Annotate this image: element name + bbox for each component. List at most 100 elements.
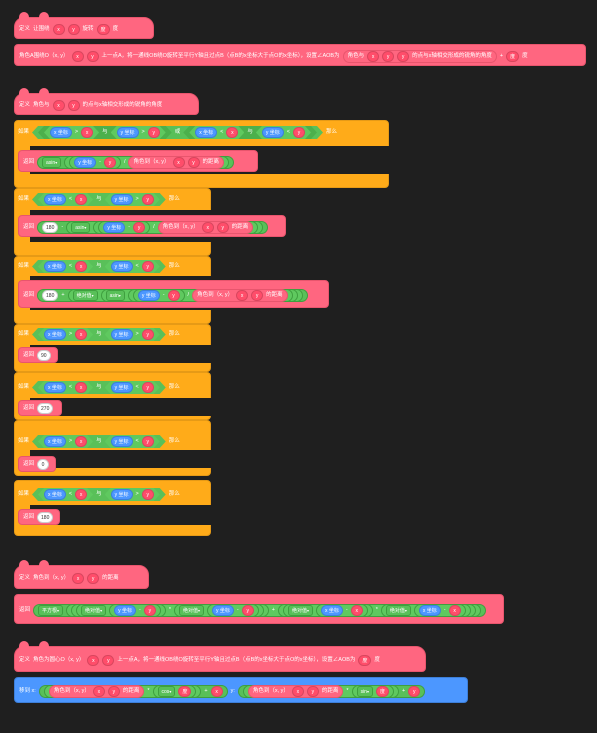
param-y[interactable]: y bbox=[67, 100, 80, 111]
abs-op[interactable]: 绝对值 asin y 坐标 - y / 角色到（x, y） x y bbox=[67, 289, 303, 302]
arg-y[interactable]: y bbox=[142, 194, 154, 205]
return-block-3[interactable]: 返回 180 + 绝对值 asin y 坐标 - y / 角色 bbox=[18, 280, 329, 308]
math-fn-dropdown[interactable]: asin bbox=[42, 157, 62, 168]
x-position-reporter[interactable]: x 坐标 bbox=[44, 382, 66, 393]
condition-and[interactable]: x 坐标 < x 与 y 坐标 < y bbox=[32, 260, 166, 273]
add-op[interactable]: 绝对值 y 坐标 - y * 绝对值 y 坐标 - y bbox=[66, 604, 481, 617]
cond-lt[interactable]: y 坐标 < y bbox=[105, 260, 160, 273]
call-block-1[interactable]: 角色A围绕O（x, y） x y 上一点A，将一通线OB绕O旋转至平行Y轴且过点… bbox=[14, 44, 586, 66]
x-position-reporter[interactable]: x 坐标 bbox=[418, 605, 441, 616]
arg-y[interactable]: y bbox=[241, 605, 254, 616]
arg-x[interactable]: x bbox=[236, 290, 249, 301]
cond-lt[interactable]: y 坐标 < y bbox=[105, 381, 160, 394]
arg-x[interactable]: x bbox=[201, 222, 214, 233]
y-position-reporter[interactable]: y 坐标 bbox=[111, 194, 133, 205]
arg-y[interactable]: y bbox=[187, 157, 200, 168]
math-fn-dropdown[interactable]: 绝对值 bbox=[81, 605, 107, 616]
add-op[interactable]: 角色到（x, y） x y 的距离 * cos 度 + x bbox=[38, 685, 228, 698]
arg-x[interactable]: x bbox=[367, 51, 380, 62]
arg-x[interactable]: x bbox=[75, 436, 87, 447]
cond-lt[interactable]: x 坐标 < x bbox=[38, 488, 93, 501]
arg-deg[interactable]: 度 bbox=[178, 686, 192, 697]
arg-x[interactable]: x bbox=[75, 261, 87, 272]
condition-and[interactable]: x 坐标 > x 与 y 坐标 > y bbox=[32, 328, 166, 341]
return-block-1[interactable]: 返回 asin y 坐标 - y / 角色到（x, y） x y 的距离 bbox=[18, 150, 258, 172]
math-fn-dropdown[interactable]: sin bbox=[356, 686, 373, 697]
subtract-op[interactable]: y 坐标 - y bbox=[206, 604, 259, 617]
y-position-reporter[interactable]: y 坐标 bbox=[114, 605, 136, 616]
return-block-5[interactable]: 返回 270 bbox=[18, 400, 62, 416]
abs-op[interactable]: 绝对值 x 坐标 - x bbox=[282, 604, 373, 617]
number-input[interactable]: 90 bbox=[37, 350, 51, 361]
cond-lt[interactable]: x 坐标 < x bbox=[38, 381, 93, 394]
arg-y[interactable]: y bbox=[148, 127, 160, 138]
sin-op[interactable]: sin 度 bbox=[351, 685, 394, 698]
cond-lt[interactable]: x 坐标 < x bbox=[38, 260, 93, 273]
y-position-reporter[interactable]: y 坐标 bbox=[111, 436, 133, 447]
arg-x[interactable]: x bbox=[350, 605, 363, 616]
define-hat-block-3[interactable]: 定义 角色到（x, y） x y 的距离 bbox=[14, 560, 149, 589]
condition-and[interactable]: x 坐标 < x 与 y 坐标 < y bbox=[183, 126, 317, 139]
arg-y[interactable]: y bbox=[293, 127, 305, 138]
param-y[interactable]: y bbox=[102, 655, 115, 666]
return-block-6[interactable]: 返回 0 bbox=[18, 456, 56, 472]
cond-lt[interactable]: x 坐标 < x bbox=[38, 193, 93, 206]
angle-reporter[interactable]: 角色与 x y y 的点与x轴相交形成的锐角的角度 bbox=[342, 50, 497, 63]
y-position-reporter[interactable]: y 坐标 bbox=[103, 222, 126, 233]
asin-op[interactable]: asin y 坐标 - y / 角色到（x, y） x y 的距离 bbox=[100, 289, 298, 302]
arg-y[interactable]: y bbox=[103, 157, 116, 168]
x-position-reporter[interactable]: x 坐标 bbox=[44, 194, 66, 205]
arg-x[interactable]: x bbox=[448, 605, 461, 616]
arg-y[interactable]: y bbox=[142, 436, 154, 447]
cond-lt[interactable]: x 坐标 < x bbox=[189, 126, 244, 139]
divide-op[interactable]: y 坐标 - y / 角色到（x, y） x y 的距离 bbox=[93, 221, 259, 234]
math-fn-dropdown[interactable]: 绝对值 bbox=[178, 605, 204, 616]
return-block-2[interactable]: 返回 180 - asin y 坐标 - y / 角色到（x, y） x y bbox=[18, 215, 286, 237]
cond-lt[interactable]: y 坐标 < y bbox=[105, 435, 160, 448]
arg-deg[interactable]: 度 bbox=[375, 686, 389, 697]
arg-y2[interactable]: y bbox=[397, 51, 410, 62]
distance-reporter[interactable]: 角色到（x, y） x y 的距离 bbox=[128, 156, 225, 169]
cond-gt[interactable]: x 坐标 > x bbox=[44, 126, 99, 139]
condition-and[interactable]: x 坐标 < x 与 y 坐标 > y bbox=[32, 488, 166, 501]
y-position-reporter[interactable]: y 坐标 bbox=[74, 157, 97, 168]
distance-reporter[interactable]: 角色到（x, y） x y 的距离 bbox=[157, 221, 254, 234]
subtract-op[interactable]: y 坐标 - y bbox=[69, 156, 121, 169]
arg-y[interactable]: y bbox=[142, 329, 154, 340]
arg-x[interactable]: x bbox=[81, 127, 93, 138]
math-fn-dropdown[interactable]: 绝对值 bbox=[72, 290, 98, 301]
subtract-op[interactable]: y 坐标 - y bbox=[98, 221, 151, 234]
define-hat-block-1[interactable]: 定义 让围绕 x y 旋转 度 度 bbox=[14, 12, 154, 39]
subtract-op[interactable]: y 坐标 - y bbox=[132, 289, 185, 302]
arg-x[interactable]: x bbox=[75, 329, 87, 340]
arg-x[interactable]: x bbox=[226, 127, 238, 138]
y-position-reporter[interactable]: y 坐标 bbox=[211, 605, 234, 616]
condition-and[interactable]: x 坐标 > x 与 y 坐标 < y bbox=[32, 435, 166, 448]
return-block-4[interactable]: 返回 90 bbox=[18, 347, 58, 363]
subtract-op[interactable]: y 坐标 - y bbox=[109, 604, 161, 617]
y-position-reporter[interactable]: y 坐标 bbox=[111, 329, 133, 340]
arg-y[interactable]: y bbox=[133, 222, 146, 233]
divide-op[interactable]: y 坐标 - y / 角色到（x, y） x y 的距离 bbox=[127, 289, 293, 302]
condition-and[interactable]: x 坐标 > x 与 y 坐标 > y bbox=[38, 126, 172, 139]
cond-gt[interactable]: y 坐标 > y bbox=[105, 193, 160, 206]
param-deg[interactable]: 度 bbox=[96, 24, 110, 35]
condition-and[interactable]: x 坐标 < x 与 y 坐标 < y bbox=[32, 381, 166, 394]
subtract-op[interactable]: x 坐标 - x bbox=[315, 604, 368, 617]
arg-deg[interactable]: 度 bbox=[506, 51, 520, 62]
x-position-reporter[interactable]: x 坐标 bbox=[195, 127, 217, 138]
math-fn-dropdown[interactable]: 绝对值 bbox=[385, 605, 411, 616]
cond-lt[interactable]: y 坐标 < y bbox=[256, 126, 311, 139]
arg-x[interactable]: x bbox=[291, 686, 304, 697]
arg-y[interactable]: y bbox=[142, 489, 154, 500]
param-x[interactable]: x bbox=[52, 100, 65, 111]
abs-op[interactable]: 绝对值 x 坐标 - x bbox=[380, 604, 471, 617]
number-input[interactable]: 180 bbox=[42, 290, 59, 301]
param-x[interactable]: x bbox=[52, 24, 65, 35]
arg-y[interactable]: y bbox=[167, 290, 180, 301]
multiply-op[interactable]: 角色到（x, y） x y 的距离 * sin 度 bbox=[242, 685, 399, 698]
y-position-reporter[interactable]: y 坐标 bbox=[262, 127, 284, 138]
cond-gt[interactable]: x 坐标 > x bbox=[38, 435, 93, 448]
param-y[interactable]: y bbox=[87, 573, 100, 584]
add-op[interactable]: 180 + 绝对值 asin y 坐标 - y / 角色到（x, y） bbox=[37, 289, 308, 302]
